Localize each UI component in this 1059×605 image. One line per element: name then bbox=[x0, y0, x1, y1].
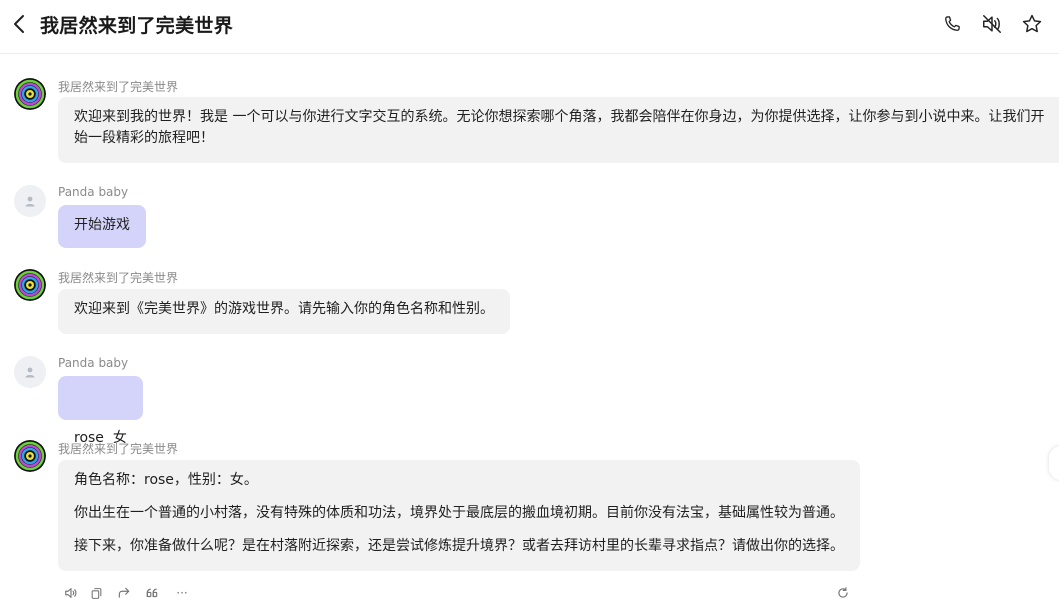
quote-icon bbox=[146, 588, 158, 598]
sender-name: Panda baby bbox=[58, 356, 129, 370]
message-text: 角色名称：rose，性别：女。 bbox=[74, 472, 258, 488]
share-button[interactable] bbox=[115, 584, 133, 602]
sender-name: 我居然来到了完美世界 bbox=[58, 80, 179, 94]
message-bubble: 欢迎来到《完美世界》的游戏世界。请先输入你的角色名称和性别。 bbox=[58, 289, 510, 334]
bot-avatar[interactable] bbox=[14, 269, 46, 301]
message-text: 接下来，你准备做什么呢？是在村落附近探索，还是尝试修炼提升境界？或者去拜访村里的… bbox=[74, 538, 844, 554]
bot-avatar[interactable] bbox=[14, 78, 46, 110]
message-bubble: 欢迎来到我的世界！我是 一个可以与你进行文字交互的系统。无论你想探索哪个角落，我… bbox=[58, 97, 1059, 163]
refresh-icon bbox=[838, 587, 848, 598]
message-bubble: 开始游戏 bbox=[58, 205, 146, 248]
bot-avatar[interactable] bbox=[14, 440, 46, 472]
copy-button[interactable] bbox=[87, 584, 105, 602]
message-text: 开始游戏 bbox=[74, 217, 130, 233]
read-aloud-button[interactable] bbox=[62, 584, 80, 602]
side-panel-handle[interactable] bbox=[1049, 446, 1059, 480]
more-button[interactable]: ··· bbox=[171, 584, 193, 602]
mute-button[interactable] bbox=[980, 12, 1004, 36]
quote-button[interactable] bbox=[143, 584, 161, 602]
message-bubble: 角色名称：rose，性别：女。 你出生在一个普通的小村落，没有特殊的体质和功法，… bbox=[58, 460, 860, 571]
chevron-left-icon bbox=[14, 15, 24, 33]
call-button[interactable] bbox=[940, 12, 964, 36]
message-actions: ··· bbox=[62, 584, 862, 602]
message-text: 欢迎来到我的世界！我是 一个可以与你进行文字交互的系统。无论你想探索哪个角落，我… bbox=[74, 109, 1045, 146]
speaker-icon bbox=[65, 588, 77, 598]
user-avatar[interactable] bbox=[14, 356, 46, 388]
regenerate-button[interactable] bbox=[834, 584, 852, 602]
page-title: 我居然来到了完美世界 bbox=[40, 15, 234, 37]
copy-icon bbox=[91, 587, 101, 599]
favorite-button[interactable] bbox=[1020, 12, 1044, 36]
sender-name: 我居然来到了完美世界 bbox=[58, 442, 179, 456]
sender-name: 我居然来到了完美世界 bbox=[58, 271, 179, 285]
star-icon bbox=[1022, 14, 1042, 33]
sender-name: Panda baby bbox=[58, 185, 129, 199]
person-icon bbox=[25, 367, 35, 378]
message-bubble: rose 女 bbox=[58, 376, 143, 446]
back-button[interactable] bbox=[8, 12, 30, 36]
share-icon bbox=[118, 587, 130, 598]
speaker-mute-icon bbox=[983, 15, 1001, 33]
chat-area[interactable]: 我居然来到了完美世界 欢迎来到我的世界！我是 一个可以与你进行文字交互的系统。无… bbox=[0, 54, 1059, 605]
phone-icon bbox=[945, 16, 960, 31]
chat-header: 我居然来到了完美世界 bbox=[0, 0, 1059, 54]
message-text: 欢迎来到《完美世界》的游戏世界。请先输入你的角色名称和性别。 bbox=[74, 301, 494, 317]
user-avatar[interactable] bbox=[14, 185, 46, 217]
person-icon bbox=[25, 196, 35, 207]
message-text: 你出生在一个普通的小村落，没有特殊的体质和功法，境界处于最底层的搬血境初期。目前… bbox=[74, 505, 844, 521]
